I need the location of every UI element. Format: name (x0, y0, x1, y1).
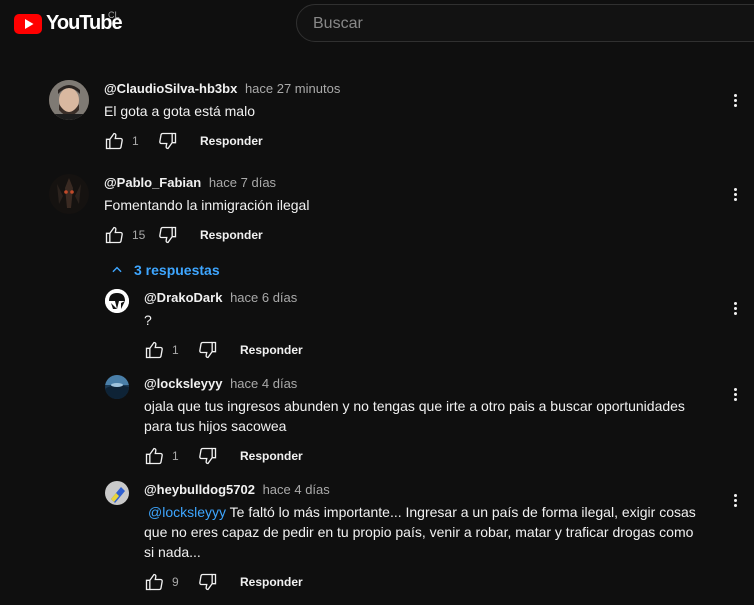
replies-count-label: 3 respuestas (134, 262, 220, 278)
thumbs-up-icon (105, 226, 123, 244)
avatar-image (105, 481, 129, 505)
like-count: 15 (132, 228, 146, 242)
more-options-icon[interactable] (730, 488, 740, 512)
reply-time[interactable]: hace 4 días (230, 376, 297, 391)
country-code: CL (108, 10, 120, 20)
reply-text: @locksleyyy Te faltó lo más importante..… (144, 502, 704, 562)
avatar[interactable] (105, 375, 129, 399)
more-options-icon[interactable] (730, 182, 740, 206)
reply-button[interactable]: Responder (200, 134, 263, 148)
like-button[interactable] (142, 338, 166, 362)
thumbs-down-icon (159, 226, 177, 244)
like-button[interactable] (102, 223, 126, 247)
reply-time[interactable]: hace 4 días (263, 482, 330, 497)
top-bar: YouTube CL Buscar (0, 0, 754, 48)
like-button[interactable] (102, 129, 126, 153)
more-options-icon[interactable] (730, 382, 740, 406)
like-count: 1 (132, 134, 139, 148)
reply-author[interactable]: @heybulldog5702 (144, 482, 255, 497)
like-button[interactable] (142, 570, 166, 594)
avatar-image (49, 80, 89, 120)
comment-time[interactable]: hace 27 minutos (245, 81, 340, 96)
thumbs-down-icon (199, 573, 217, 591)
thumbs-down-icon (159, 132, 177, 150)
thumbs-down-icon (199, 341, 217, 359)
comment-text: El gota a gota está malo (104, 103, 255, 119)
comment-thread: @Pablo_Fabian hace 7 días Fomentando la … (0, 172, 754, 252)
thumbs-up-icon (145, 447, 163, 465)
comment-actions: 15 Responder (102, 223, 263, 247)
like-count: 1 (172, 343, 179, 357)
reply-button[interactable]: Responder (240, 343, 303, 357)
reply-header: @DrakoDark hace 6 días (144, 290, 297, 305)
dislike-button[interactable] (196, 570, 220, 594)
thumbs-down-icon (199, 447, 217, 465)
reply-item: @DrakoDark hace 6 días ? 1 Responder (0, 286, 754, 366)
more-options-icon[interactable] (730, 88, 740, 112)
reply-text: ? (144, 312, 152, 328)
dislike-button[interactable] (156, 223, 180, 247)
reply-author[interactable]: @DrakoDark (144, 290, 222, 305)
avatar-image (105, 289, 129, 313)
youtube-play-icon (14, 13, 42, 34)
comment-author[interactable]: @Pablo_Fabian (104, 175, 201, 190)
replies-toggle-button[interactable]: 3 respuestas (110, 262, 220, 278)
comment-time[interactable]: hace 7 días (209, 175, 276, 190)
reply-body: Te faltó lo más importante... Ingresar a… (144, 504, 696, 560)
dislike-button[interactable] (196, 338, 220, 362)
reply-button[interactable]: Responder (200, 228, 263, 242)
thumbs-up-icon (145, 573, 163, 591)
thumbs-up-icon (105, 132, 123, 150)
avatar[interactable] (105, 481, 129, 505)
chevron-up-icon (112, 266, 122, 273)
avatar[interactable] (105, 289, 129, 313)
comment-text: Fomentando la inmigración ilegal (104, 197, 310, 213)
reply-text: ojala que tus ingresos abunden y no teng… (144, 398, 685, 434)
dislike-button[interactable] (156, 129, 180, 153)
reply-header: @locksleyyy hace 4 días (144, 376, 297, 391)
avatar[interactable] (49, 80, 89, 120)
reply-item: @locksleyyy hace 4 días ojala que tus in… (0, 372, 754, 468)
more-options-icon[interactable] (730, 296, 740, 320)
comment-header: @Pablo_Fabian hace 7 días (104, 175, 276, 190)
like-count: 1 (172, 449, 179, 463)
reply-time[interactable]: hace 6 días (230, 290, 297, 305)
avatar[interactable] (49, 174, 89, 214)
comment-thread: @ClaudioSilva-hb3bx hace 27 minutos El g… (0, 78, 754, 158)
reply-actions: 1 Responder (142, 444, 303, 468)
search-input[interactable] (297, 5, 754, 43)
search-box[interactable]: Buscar (296, 4, 754, 43)
reply-button[interactable]: Responder (240, 575, 303, 589)
thumbs-up-icon (145, 341, 163, 359)
reply-actions: 1 Responder (142, 338, 303, 362)
reply-actions: 9 Responder (142, 570, 303, 594)
reply-header: @heybulldog5702 hace 4 días (144, 482, 330, 497)
reply-author[interactable]: @locksleyyy (144, 376, 222, 391)
like-count: 9 (172, 575, 179, 589)
reply-button[interactable]: Responder (240, 449, 303, 463)
comment-actions: 1 Responder (102, 129, 263, 153)
like-button[interactable] (142, 444, 166, 468)
youtube-logo[interactable]: YouTube (14, 12, 123, 35)
reply-item: @heybulldog5702 hace 4 días @locksleyyy … (0, 478, 754, 598)
avatar-image (49, 174, 89, 214)
avatar-image (105, 375, 129, 399)
dislike-button[interactable] (196, 444, 220, 468)
mention-link[interactable]: @locksleyyy (148, 504, 226, 520)
comment-author[interactable]: @ClaudioSilva-hb3bx (104, 81, 237, 96)
comment-header: @ClaudioSilva-hb3bx hace 27 minutos (104, 81, 340, 96)
